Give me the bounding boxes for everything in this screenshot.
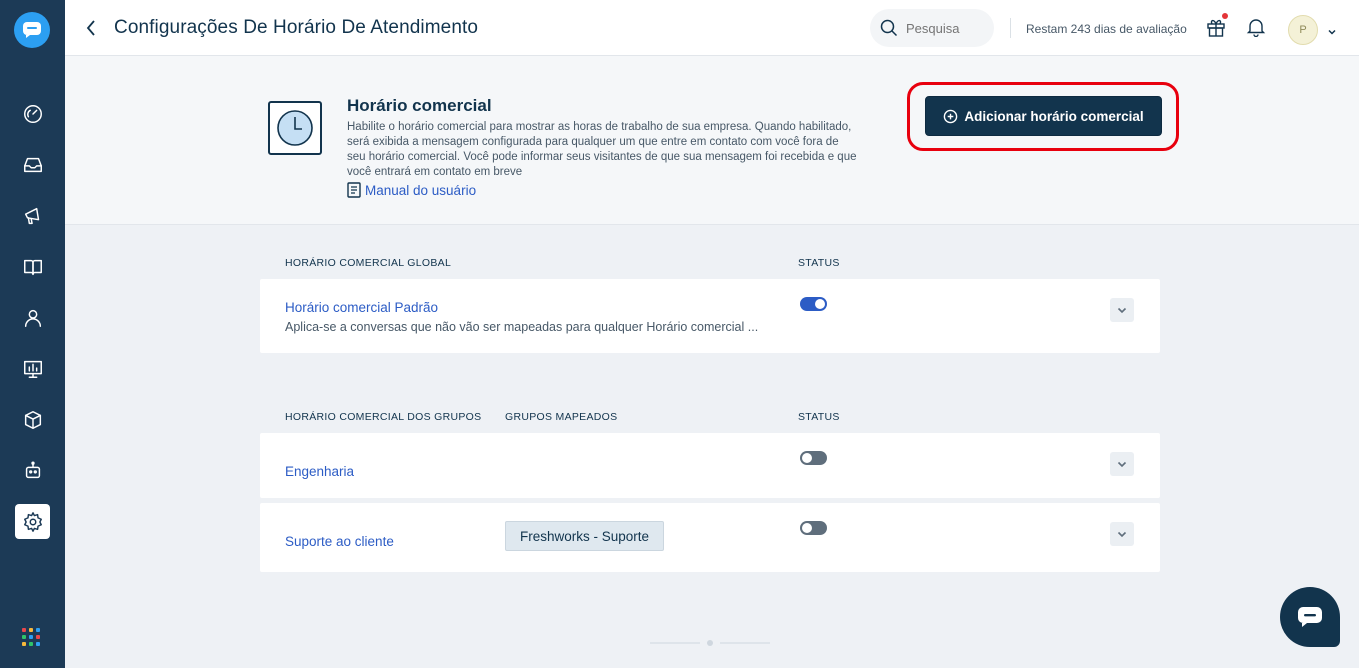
intro-title: Horário comercial [347,96,492,115]
groups-status-header: STATUS [798,411,840,423]
business-hours-name-link[interactable]: Suporte ao cliente [285,534,394,549]
business-hours-description: Aplica-se a conversas que não vão ser ma… [285,320,759,334]
whats-new-button[interactable] [1205,13,1229,40]
notification-dot [1222,13,1228,19]
global-status-header: STATUS [798,257,840,269]
gift-icon [1207,19,1225,37]
business-hours-name-link[interactable]: Engenharia [285,464,354,479]
mapped-groups-header: GRUPOS MAPEADOS [505,411,618,423]
expand-button[interactable] [1110,522,1134,546]
avatar[interactable]: P [1288,15,1318,45]
sidebar-item-settings[interactable] [15,504,50,539]
book-icon [23,259,42,275]
status-toggle[interactable] [800,297,827,311]
sidebar-item-bots[interactable] [15,453,50,488]
user-manual-label: Manual do usuário [365,182,477,198]
pagination-indicator [650,633,770,646]
chevron-down-icon [1117,461,1127,468]
page-title: Configurações De Horário De Atendimento [114,17,479,38]
sidebar-item-reports[interactable] [15,351,50,386]
bell-icon [1246,19,1266,38]
sidebar-item-contacts[interactable] [15,300,50,335]
expand-button[interactable] [1110,452,1134,476]
chevron-left-icon [86,20,95,36]
add-button-label: Adicionar horário comercial [964,108,1144,124]
chart-board-icon [23,360,42,378]
clock-icon [268,101,322,155]
chat-widget-button[interactable] [1280,587,1340,647]
table-row: Suporte ao cliente Freshworks - Suporte [260,503,1160,572]
person-icon [24,309,41,327]
status-toggle[interactable] [800,521,827,535]
user-manual-link[interactable]: Manual do usuário [347,182,476,198]
search-icon [880,19,898,37]
status-toggle[interactable] [800,451,827,465]
cube-icon [24,410,41,429]
intro-description: Habilite o horário comercial para mostra… [347,121,857,178]
expand-button[interactable] [1110,298,1134,322]
table-row: Engenharia [260,433,1160,498]
back-button[interactable] [81,17,101,39]
bot-icon [25,461,40,478]
toggle-knob [815,299,825,309]
add-business-hours-button[interactable]: Adicionar horário comercial [925,96,1162,136]
mapped-group-tag: Freshworks - Suporte [505,521,665,551]
plus-circle-icon [944,109,958,123]
gauge-icon [23,104,42,123]
search-input[interactable] [906,20,986,36]
manual-book-icon [347,182,361,198]
notifications-button[interactable] [1246,17,1268,39]
sidebar-item-dashboard[interactable] [15,96,50,131]
trial-status[interactable]: Restam 243 dias de avaliação [1026,22,1187,36]
apps-grid-icon[interactable] [22,628,40,646]
inbox-icon [23,157,42,172]
chat-logo-icon [23,22,41,38]
groups-column-header: HORÁRIO COMERCIAL DOS GRUPOS [285,411,482,423]
toggle-knob [802,453,812,463]
table-row: Horário comercial Padrão Aplica-se a con… [260,279,1160,353]
sidebar-item-campaigns[interactable] [15,198,50,233]
business-hours-intro: Horário comercial Habilite o horário com… [65,56,1359,225]
sidebar [0,0,65,668]
toggle-knob [802,523,812,533]
header-divider [1010,18,1011,38]
chevron-down-icon [1117,307,1127,314]
sidebar-item-integrations[interactable] [15,402,50,437]
megaphone-icon [24,207,39,224]
top-header: Configurações De Horário De Atendimento … [65,0,1359,56]
chevron-down-icon [1117,531,1127,538]
sidebar-item-knowledge-base[interactable] [15,249,50,284]
app-logo[interactable] [14,12,50,48]
search-box[interactable] [870,9,994,47]
gear-icon [23,511,42,532]
chat-bubble-icon [1298,607,1322,627]
chevron-down-icon[interactable] [1327,24,1337,35]
business-hours-name-link[interactable]: Horário comercial Padrão [285,300,438,315]
global-column-header: HORÁRIO COMERCIAL GLOBAL [285,257,452,269]
sidebar-item-inbox[interactable] [15,147,50,182]
